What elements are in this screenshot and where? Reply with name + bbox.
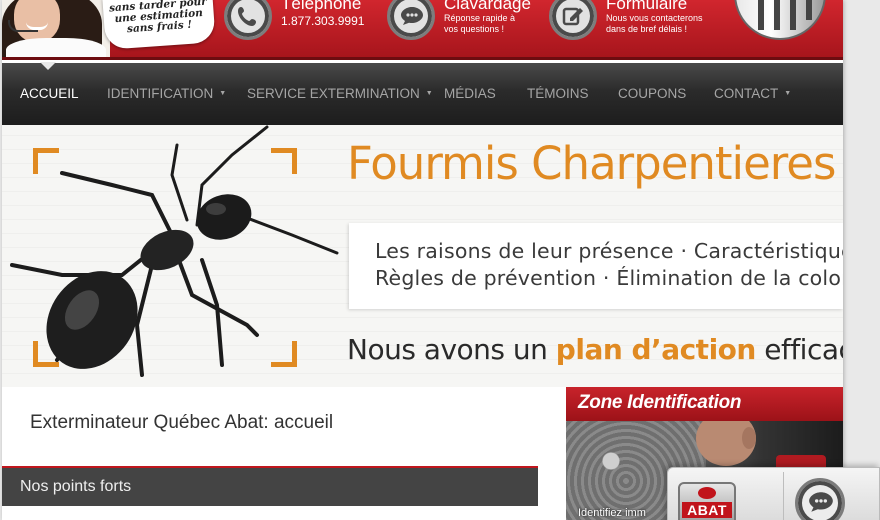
banner-topics-line: Règles de prévention · Élimination de la… bbox=[375, 266, 843, 290]
nav-item-coupons[interactable]: COUPONS bbox=[618, 63, 686, 125]
chat-subtitle: Réponse rapide à vos questions ! bbox=[444, 13, 515, 35]
shield-logo bbox=[734, 0, 826, 40]
nav-label: IDENTIFICATION bbox=[107, 86, 214, 101]
banner-topics-box: Les raisons de leur présence · Caractéri… bbox=[349, 223, 843, 309]
chat-bubble-icon[interactable] bbox=[387, 0, 435, 40]
tagline-text: Nous avons un bbox=[347, 333, 556, 366]
nav-item-temoins[interactable]: TÉMOINS bbox=[527, 63, 589, 125]
zone-title: Zone Identification bbox=[578, 392, 742, 413]
customer-service-agent-photo bbox=[2, 0, 110, 57]
form-sub-line: dans de bref délais ! bbox=[606, 24, 688, 34]
form-contact[interactable]: Formulaire Nous vous contacterons dans d… bbox=[549, 0, 719, 57]
edit-form-icon[interactable] bbox=[549, 0, 597, 40]
nav-item-medias[interactable]: MÉDIAS bbox=[444, 63, 496, 125]
page-title: Exterminateur Québec Abat: accueil bbox=[30, 412, 334, 433]
phone-contact[interactable]: Téléphone 1.877.303.9991 bbox=[224, 0, 374, 57]
banner-topics-line: Les raisons de leur présence · Caractéri… bbox=[375, 239, 843, 263]
carpenter-ant-image bbox=[10, 125, 339, 377]
top-header: sans tarder pour une estimation sans fra… bbox=[2, 0, 843, 60]
estimate-speech-bubble: sans tarder pour une estimation sans fra… bbox=[102, 0, 216, 50]
section-title: Nos points forts bbox=[20, 478, 132, 495]
chat-contact[interactable]: Clavardage Réponse rapide à vos question… bbox=[387, 0, 537, 57]
form-title: Formulaire bbox=[606, 0, 688, 13]
zone-caption: Identifiez imm bbox=[578, 507, 646, 519]
chat-sub-line: Réponse rapide à bbox=[444, 13, 516, 23]
tagline-highlight: plan d’action bbox=[555, 333, 757, 366]
nav-label: SERVICE EXTERMINATION bbox=[247, 86, 420, 101]
chat-sub-line: vos questions ! bbox=[444, 24, 505, 34]
dropdown-caret-icon: ▼ bbox=[784, 90, 792, 97]
bug-icon bbox=[698, 487, 716, 499]
site-frame: sans tarder pour une estimation sans fra… bbox=[2, 0, 843, 520]
zone-header[interactable]: Zone Identification bbox=[566, 387, 843, 421]
form-sub-line: Nous vous contacterons bbox=[606, 13, 703, 23]
nav-label: TÉMOINS bbox=[527, 86, 589, 101]
nav-item-contact[interactable]: CONTACT ▼ bbox=[714, 63, 791, 125]
section-header-strengths: Nos points forts bbox=[2, 466, 538, 506]
phone-number[interactable]: 1.877.303.9991 bbox=[281, 14, 364, 28]
tagline-text: efficace bbox=[764, 333, 843, 366]
page: sans tarder pour une estimation sans fra… bbox=[0, 0, 880, 520]
nav-label: ACCUEIL bbox=[20, 86, 79, 101]
hero-banner[interactable]: Fourmis Charpentieres Les raisons de leu… bbox=[2, 125, 843, 387]
nav-label: MÉDIAS bbox=[444, 86, 496, 101]
divider bbox=[783, 472, 784, 520]
nav-item-service-extermination[interactable]: SERVICE EXTERMINATION ▼ bbox=[247, 63, 433, 125]
phone-title: Téléphone bbox=[281, 0, 362, 13]
banner-tagline: Nous avons un plan d’action efficace bbox=[347, 333, 843, 366]
dropdown-caret-icon: ▼ bbox=[219, 90, 227, 97]
nav-label: CONTACT bbox=[714, 86, 779, 101]
phone-icon[interactable] bbox=[224, 0, 272, 40]
nav-label: COUPONS bbox=[618, 86, 687, 101]
main-navigation: ACCUEIL IDENTIFICATION ▼ SERVICE EXTERMIN… bbox=[2, 62, 843, 125]
dropdown-caret-icon: ▼ bbox=[425, 90, 433, 97]
nav-item-accueil[interactable]: ACCUEIL bbox=[20, 63, 79, 125]
form-subtitle: Nous vous contacterons dans de bref déla… bbox=[606, 13, 703, 35]
chat-widget[interactable]: ABAT bbox=[667, 467, 880, 520]
chat-bubble-icon[interactable] bbox=[795, 478, 845, 520]
abat-logo: ABAT bbox=[678, 482, 736, 520]
logo-text: ABAT bbox=[682, 502, 732, 518]
nav-item-identification[interactable]: IDENTIFICATION ▼ bbox=[107, 63, 226, 125]
chat-title: Clavardage bbox=[444, 0, 531, 13]
banner-title: Fourmis Charpentieres bbox=[347, 137, 836, 190]
